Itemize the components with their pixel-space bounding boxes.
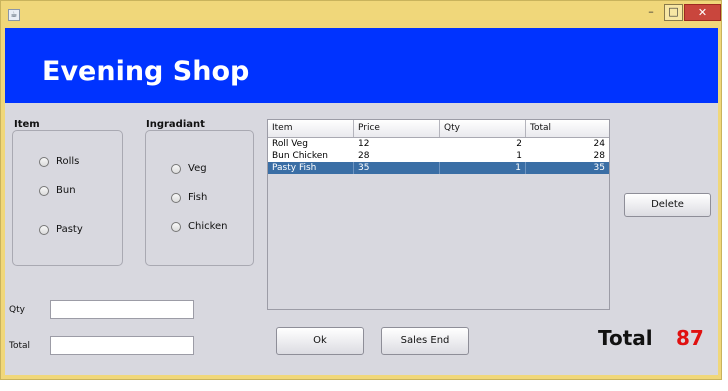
radio-fish[interactable]: Fish — [171, 192, 207, 203]
title-bar: ☕ – □ ✕ — [1, 1, 721, 28]
cell-qty: 1 — [516, 151, 522, 161]
delete-button[interactable]: Delete — [624, 193, 711, 217]
ingredient-groupbox: Veg Fish Chicken — [145, 130, 254, 266]
table-body: Roll Veg 12 2 24 Bun Chicken 28 1 28 Pas… — [268, 138, 609, 174]
cell-price: 28 — [358, 151, 370, 161]
column-header-price[interactable]: Price — [354, 120, 440, 137]
table-row[interactable]: Bun Chicken 28 1 28 — [268, 150, 609, 162]
radio-label: Fish — [188, 192, 208, 203]
column-header-item[interactable]: Item — [268, 120, 354, 137]
radio-rolls[interactable]: Rolls — [39, 156, 79, 167]
radio-circle[interactable] — [39, 224, 49, 235]
radio-circle[interactable] — [171, 192, 181, 203]
radio-chicken[interactable]: Chicken — [171, 221, 228, 232]
order-table[interactable]: Item Price Qty Total Roll Veg 12 2 24 Bu… — [267, 119, 610, 310]
grand-total-value: 87 — [676, 326, 704, 350]
close-button[interactable]: ✕ — [684, 4, 721, 21]
radio-circle[interactable] — [171, 163, 181, 174]
cell-item: Pasty Fish — [268, 162, 354, 174]
cell-total: 28 — [593, 151, 605, 161]
table-row[interactable]: Roll Veg 12 2 24 — [268, 138, 609, 150]
column-header-qty[interactable]: Qty — [440, 120, 526, 137]
radio-circle[interactable] — [39, 156, 49, 167]
ingredient-group-label: Ingradiant — [146, 119, 205, 130]
cell-price: 12 — [358, 139, 370, 149]
table-row-selected[interactable]: Pasty Fish 35 1 35 — [268, 162, 609, 174]
total-input[interactable] — [50, 336, 194, 355]
item-group-label: Item — [14, 119, 40, 130]
cell-price: 35 — [354, 162, 440, 174]
page-title: Evening Shop — [42, 56, 250, 87]
java-app-icon: ☕ — [8, 9, 20, 21]
radio-bun[interactable]: Bun — [39, 185, 76, 196]
content-panel: Evening Shop Item Rolls Bun Pasty Ingrad… — [5, 28, 718, 375]
radio-label: Chicken — [188, 221, 228, 232]
column-header-total[interactable]: Total — [526, 120, 609, 137]
maximize-button[interactable]: □ — [664, 4, 683, 21]
radio-label: Pasty — [56, 224, 83, 235]
radio-pasty[interactable]: Pasty — [39, 224, 83, 235]
header-banner: Evening Shop — [5, 28, 718, 103]
minimize-button[interactable]: – — [643, 4, 659, 21]
cell-qty: 2 — [516, 139, 522, 149]
total-field-label: Total — [9, 341, 31, 351]
sales-end-button[interactable]: Sales End — [381, 327, 469, 355]
cell-item: Roll Veg — [272, 139, 308, 149]
radio-circle[interactable] — [39, 185, 49, 196]
table-header: Item Price Qty Total — [268, 120, 609, 138]
qty-label: Qty — [9, 305, 25, 315]
ok-button[interactable]: Ok — [276, 327, 364, 355]
qty-input[interactable] — [50, 300, 194, 319]
radio-label: Bun — [56, 185, 76, 196]
cell-total: 24 — [593, 139, 605, 149]
grand-total-label: Total — [598, 326, 653, 350]
radio-circle[interactable] — [171, 221, 181, 232]
cell-qty: 1 — [440, 162, 526, 174]
cell-total: 35 — [593, 163, 605, 173]
radio-label: Veg — [188, 163, 207, 174]
cell-item: Bun Chicken — [272, 151, 329, 161]
app-window: ☕ – □ ✕ Evening Shop Item Rolls Bun Past… — [0, 0, 722, 380]
item-groupbox: Rolls Bun Pasty — [12, 130, 123, 266]
radio-label: Rolls — [56, 156, 80, 167]
radio-veg[interactable]: Veg — [171, 163, 207, 174]
